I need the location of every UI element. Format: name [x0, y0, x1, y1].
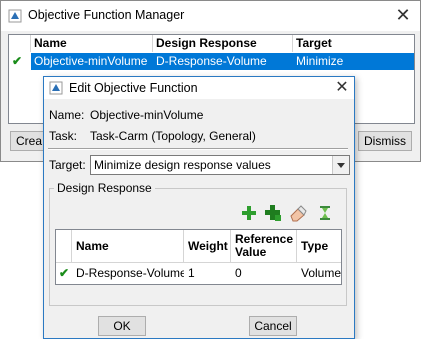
- edit-objective-function-dialog: Edit Objective Function ✕ Name: Objectiv…: [43, 76, 355, 339]
- ok-button[interactable]: OK: [98, 316, 146, 336]
- name-value: Objective-minVolume: [90, 108, 204, 122]
- column-header-reference-value[interactable]: Reference Value: [231, 230, 297, 263]
- row-target-cell[interactable]: Minimize: [293, 53, 414, 70]
- cancel-button[interactable]: Cancel: [249, 316, 297, 336]
- check-column-header: [56, 230, 72, 263]
- close-icon[interactable]: ✕: [334, 77, 350, 99]
- hourglass-icon[interactable]: [316, 204, 334, 222]
- divider: [48, 148, 348, 150]
- target-label: Target:: [49, 158, 86, 172]
- abaqus-app-icon: [8, 9, 22, 23]
- row-name-cell[interactable]: Objective-minVolume: [31, 53, 153, 70]
- list-header: Name Design Response Target: [9, 35, 414, 52]
- column-header-name[interactable]: Name: [72, 230, 184, 263]
- add-multiple-icon[interactable]: [264, 204, 282, 222]
- check-column-header: [9, 35, 31, 52]
- response-reference-value-cell[interactable]: 0: [231, 264, 297, 282]
- checkmark-icon: ✔: [59, 266, 70, 280]
- table-row[interactable]: ✔ Objective-minVolume D-Response-Volume …: [9, 53, 414, 70]
- task-label: Task:: [49, 129, 78, 143]
- abaqus-app-icon: [49, 81, 63, 95]
- task-value: Task-Carm (Topology, General): [90, 129, 256, 143]
- eraser-icon[interactable]: [289, 204, 307, 222]
- target-dropdown[interactable]: Minimize design response values: [90, 155, 350, 175]
- column-header-target[interactable]: Target: [293, 35, 414, 52]
- column-header-name[interactable]: Name: [31, 35, 153, 52]
- dismiss-button[interactable]: Dismiss: [358, 131, 412, 151]
- manager-title: Objective Function Manager: [28, 8, 185, 22]
- add-icon[interactable]: [240, 204, 258, 222]
- row-design-response-cell[interactable]: D-Response-Volume: [153, 53, 293, 70]
- response-name-cell[interactable]: D-Response-Volume: [72, 264, 184, 282]
- checkmark-icon: ✔: [12, 54, 23, 68]
- response-type-cell[interactable]: Volume: [297, 264, 341, 282]
- target-dropdown-value: Minimize design response values: [94, 158, 271, 172]
- column-header-type[interactable]: Type: [297, 230, 341, 263]
- dialog-titlebar: Edit Objective Function ✕: [44, 77, 354, 99]
- design-response-table[interactable]: Name Weight Reference Value Type ✔ D-Res…: [55, 229, 342, 285]
- chevron-down-icon[interactable]: [332, 156, 349, 174]
- close-icon[interactable]: ✕: [394, 5, 412, 25]
- column-header-design-response[interactable]: Design Response: [153, 35, 293, 52]
- design-response-group-label: Design Response: [54, 181, 155, 195]
- dialog-title: Edit Objective Function: [69, 81, 198, 95]
- manager-titlebar: Objective Function Manager ✕: [1, 1, 420, 31]
- response-weight-cell[interactable]: 1: [184, 264, 231, 282]
- name-label: Name:: [49, 108, 85, 122]
- column-header-weight[interactable]: Weight: [184, 230, 231, 263]
